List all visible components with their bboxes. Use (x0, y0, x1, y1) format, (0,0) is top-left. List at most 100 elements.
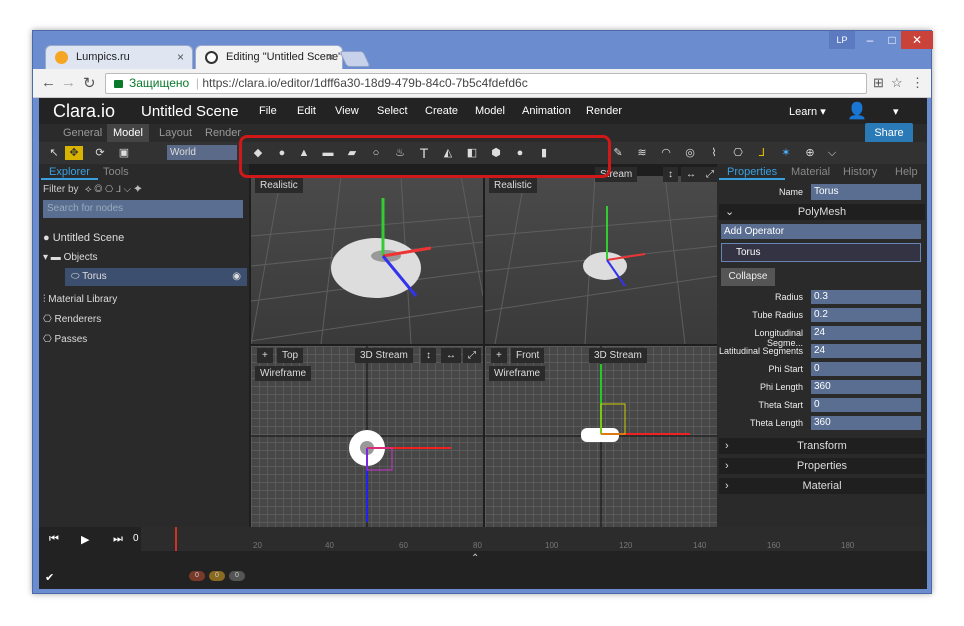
close-window-icon[interactable]: ✕ (901, 31, 933, 49)
skip-back-icon[interactable]: ⏮ (49, 533, 59, 546)
shading-mode-button[interactable]: Wireframe (255, 366, 312, 381)
checkmark-icon[interactable]: ✔ (45, 571, 54, 584)
stream-3d-button[interactable]: 3D Stream (355, 348, 413, 363)
param-input[interactable]: 360 (811, 416, 921, 430)
rotate-tool-icon[interactable]: ⟳ (93, 146, 107, 160)
translate-icon[interactable]: ⊞ (873, 75, 884, 91)
horizontal-split-icon[interactable]: ↔ (441, 348, 461, 363)
move-tool-icon[interactable]: ✥ (65, 146, 83, 160)
collapse-button[interactable]: Collapse (721, 268, 775, 286)
tab-lumpics[interactable]: Lumpics.ru × (45, 45, 193, 69)
maximize-viewport-icon[interactable]: ⤢ (463, 348, 481, 363)
add-view-button[interactable]: + (491, 348, 507, 363)
visibility-eye-icon[interactable]: ◉ (232, 268, 241, 286)
menu-select[interactable]: Select (377, 105, 408, 117)
menu-model[interactable]: Model (475, 105, 505, 117)
expand-timeline-icon[interactable]: ⌃ (471, 553, 479, 564)
param-input[interactable]: 24 (811, 344, 921, 358)
tab-material[interactable]: Material (783, 164, 838, 180)
viewport-top[interactable]: + Top 3D Stream ↕ ↔ ⤢ Wireframe (251, 346, 483, 527)
torus-mesh[interactable] (583, 252, 627, 280)
node-search-input[interactable]: Search for nodes (43, 200, 243, 218)
shading-mode-button[interactable]: Wireframe (489, 366, 546, 381)
camera-icon[interactable]: ⎔ (731, 146, 745, 160)
tree-passes[interactable]: ⎔ Passes (43, 334, 87, 345)
profile-button[interactable]: LP (829, 31, 855, 49)
tab-help[interactable]: Help (887, 164, 926, 180)
bone-icon[interactable]: ⅃ (755, 146, 769, 160)
param-input[interactable]: 360 (811, 380, 921, 394)
view-top-button[interactable]: Top (277, 348, 304, 363)
tab-explorer[interactable]: Explorer (41, 164, 98, 180)
vertical-split-icon[interactable]: ↕ (421, 348, 436, 363)
param-input[interactable]: 24 (811, 326, 921, 340)
shading-mode-button[interactable]: Realistic (255, 178, 303, 193)
forward-icon[interactable]: → (61, 74, 76, 91)
user-icon[interactable]: 👤 (847, 101, 867, 121)
scale-tool-icon[interactable]: ▣ (117, 146, 131, 160)
viewport-perspective-left[interactable]: Realistic (251, 176, 483, 344)
tree-scene[interactable]: ● Untitled Scene (43, 232, 124, 244)
param-input[interactable]: 0.2 (811, 308, 921, 322)
tab-tools[interactable]: Tools (95, 164, 137, 180)
horizontal-split-icon[interactable]: ↔ (681, 167, 701, 182)
param-input[interactable]: 0.3 (811, 290, 921, 304)
menu-render[interactable]: Render (586, 105, 622, 117)
play-icon[interactable]: ▶ (81, 533, 89, 546)
torus-mesh[interactable] (331, 238, 421, 298)
add-icon[interactable]: ⊕ (803, 146, 817, 160)
target-icon[interactable]: ◎ (683, 146, 697, 160)
viewport-front[interactable]: + Front 3D Stream Wireframe (485, 346, 717, 527)
tree-torus[interactable]: ⬭ Torus ◉ (65, 268, 247, 286)
add-view-button[interactable]: + (257, 348, 273, 363)
tree-material-library[interactable]: ⫶ Material Library (43, 294, 117, 305)
tab-properties[interactable]: Properties (719, 164, 786, 180)
error-badge[interactable]: 0 (189, 571, 205, 581)
info-badge[interactable]: 0 (229, 571, 245, 581)
url-field[interactable]: Защищено | https://clara.io/editor/1dff6… (105, 73, 867, 94)
select-arrow-icon[interactable]: ↖ (47, 146, 61, 160)
param-input[interactable]: 0 (811, 398, 921, 412)
tree-renderers[interactable]: ⎔ Renderers (43, 314, 101, 325)
effect-icon[interactable]: ⌇ (707, 146, 721, 160)
menu-dots-icon[interactable]: ⋮ (911, 75, 924, 91)
coord-space-select[interactable]: World (167, 145, 237, 160)
new-tab-button[interactable] (339, 51, 371, 67)
clara-logo[interactable]: Clara.io (53, 101, 115, 122)
playhead[interactable] (175, 527, 177, 551)
close-tab-icon[interactable]: × (177, 50, 184, 64)
brush-icon[interactable]: ✎ (611, 146, 625, 160)
user-menu-caret-icon[interactable]: ▾ (893, 105, 899, 118)
viewport-perspective-right[interactable]: Realistic (485, 176, 717, 344)
bookmark-star-icon[interactable]: ☆ (891, 75, 903, 91)
menu-create[interactable]: Create (425, 105, 458, 117)
menu-file[interactable]: File (259, 105, 277, 117)
character-icon[interactable]: ✶ (779, 146, 793, 160)
param-input[interactable]: 0 (811, 362, 921, 376)
operator-torus-item[interactable]: Torus (721, 243, 921, 262)
reload-icon[interactable]: ↻ (83, 74, 96, 92)
tree-objects[interactable]: ▾ ▬ Objects (43, 252, 97, 263)
filter-icons[interactable]: ⟡ ◎ ⎔ ⅃ ⌵ ✦ (85, 184, 142, 195)
timeline-track[interactable]: 20 40 60 80 100 120 140 160 180 (141, 527, 927, 551)
add-operator-select[interactable]: Add Operator (721, 224, 921, 239)
polymesh-section-header[interactable]: ⌄ PolyMesh (719, 204, 925, 220)
tab-layout[interactable]: Layout (153, 124, 198, 142)
curve-icon[interactable]: ⌵ (825, 146, 839, 160)
light-icon[interactable]: ◠ (659, 146, 673, 160)
hair-icon[interactable]: ≋ (635, 146, 649, 160)
tab-general[interactable]: General (57, 124, 108, 142)
menu-view[interactable]: View (335, 105, 359, 117)
vertical-split-icon[interactable]: ↕ (663, 167, 678, 182)
material-section-header[interactable]: › Material (719, 478, 925, 494)
tab-model[interactable]: Model (107, 124, 149, 142)
back-icon[interactable]: ← (41, 74, 56, 91)
tab-clara[interactable]: Editing "Untitled Scene" × (195, 45, 343, 69)
stream-3d-button[interactable]: 3D Stream (589, 348, 647, 363)
tab-history[interactable]: History (835, 164, 885, 180)
close-tab-icon[interactable]: × (327, 50, 334, 64)
skip-forward-icon[interactable]: ⏭ (113, 533, 123, 546)
warning-badge[interactable]: 0 (209, 571, 225, 581)
share-button[interactable]: Share (865, 123, 913, 143)
shading-mode-button[interactable]: Realistic (489, 178, 537, 193)
